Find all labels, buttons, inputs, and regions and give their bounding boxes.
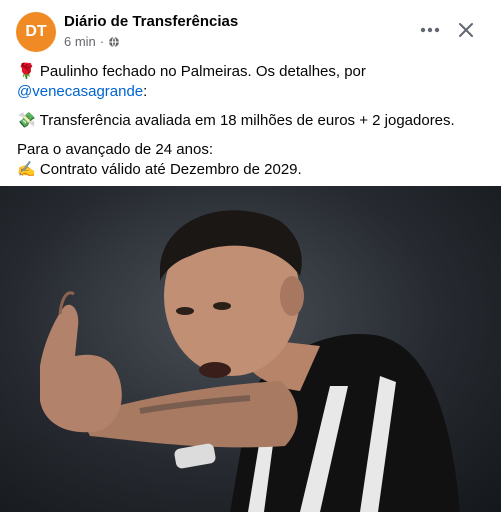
page-name-link[interactable]: Diário de Transferências <box>64 13 238 30</box>
more-options-button[interactable] <box>416 16 444 44</box>
post-line-5: ✍️ Contrato válido até Dezembro de 2029. <box>17 160 487 180</box>
post-timestamp[interactable]: 6 min <box>64 34 96 49</box>
avatar-initials: DT <box>25 23 47 40</box>
post-line-3: 💸 Transferência avaliada em 18 milhões d… <box>17 111 487 131</box>
close-button[interactable] <box>452 16 480 44</box>
player-photo-illustration <box>40 210 460 512</box>
mention-suffix: : <box>143 83 148 100</box>
meta-separator: · <box>99 34 105 49</box>
post-line-3-text: Transferência avaliada em 18 milhões de … <box>39 112 455 129</box>
page-avatar[interactable]: DT <box>16 12 56 52</box>
post-meta: 6 min · <box>64 34 120 49</box>
post-line-1-text: Paulinho fechado no Palmeiras. Os detalh… <box>39 63 366 80</box>
post-header: DT Diário de Transferências 6 min · <box>0 0 501 56</box>
money-emoji: 💸 <box>17 112 36 129</box>
post-line-2: @venecasagrande: <box>17 82 487 102</box>
post-body: 🌹 Paulinho fechado no Palmeiras. Os deta… <box>17 62 487 180</box>
post-line-5-text: Contrato válido até Dezembro de 2029. <box>39 161 302 178</box>
close-icon <box>459 23 473 37</box>
post-photo[interactable] <box>0 186 501 512</box>
globe-icon[interactable] <box>108 36 120 48</box>
post-line-4: Para o avançado de 24 anos: <box>17 141 213 158</box>
post-line-1: 🌹 Paulinho fechado no Palmeiras. Os deta… <box>17 62 487 82</box>
rose-emoji: 🌹 <box>17 63 36 80</box>
mention-link[interactable]: @venecasagrande <box>17 83 143 100</box>
writing-hand-emoji: ✍️ <box>17 161 36 178</box>
more-icon <box>420 27 440 33</box>
